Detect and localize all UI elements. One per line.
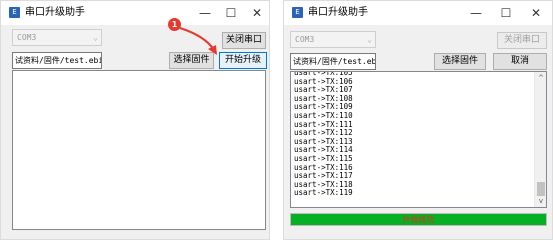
choose-firmware-button[interactable]: 选择固件: [169, 52, 214, 69]
window-title: 串口升级助手: [308, 7, 368, 18]
minimize-icon[interactable]: —: [464, 3, 488, 23]
maximize-icon[interactable]: ☐: [494, 3, 518, 23]
maximize-icon[interactable]: ☐: [219, 3, 243, 23]
chevron-down-icon: ⌄: [93, 33, 98, 42]
log-scrollbar[interactable]: ^ v: [534, 72, 546, 207]
step-marker-badge: 1: [168, 18, 181, 31]
log-line: usart->TX:119: [294, 188, 353, 198]
scroll-up-icon[interactable]: ^: [535, 72, 546, 84]
port-select-value: COM3: [17, 33, 37, 42]
firmware-path-input[interactable]: 试资料/固件/test.ebin: [12, 52, 102, 69]
firmware-path-input[interactable]: 试资料/固件/test.ebin: [290, 53, 376, 70]
progress-status-text: 升级成功: [402, 215, 435, 224]
minimize-icon[interactable]: —: [193, 3, 217, 23]
upgrade-window-before: E 串口升级助手 — ☐ ✕ COM3 ⌄ 关闭串口 试资料/固件/test.e…: [0, 0, 270, 240]
close-icon[interactable]: ✕: [524, 3, 548, 23]
window-title: 串口升级助手: [25, 7, 85, 18]
log-output[interactable]: usart->TX:105 usart->TX:106 usart->TX:107 u…: [290, 71, 547, 208]
chevron-down-icon: ⌄: [367, 35, 372, 44]
scroll-down-icon[interactable]: v: [535, 195, 546, 207]
upgrade-progress-bar: 升级成功: [290, 213, 547, 226]
port-select-value: COM3: [295, 35, 315, 44]
close-port-button[interactable]: 关闭串口: [497, 32, 547, 49]
port-select[interactable]: COM3 ⌄: [290, 31, 376, 48]
close-icon[interactable]: ✕: [245, 3, 269, 23]
title-bar: E 串口升级助手 — ☐ ✕: [284, 1, 552, 25]
choose-firmware-button[interactable]: 选择固件: [434, 53, 486, 70]
upgrade-window-after: E 串口升级助手 — ☐ ✕ COM3 ⌄ 关闭串口 试资料/固件/test.e…: [283, 0, 553, 240]
log-lines: usart->TX:105 usart->TX:106 usart->TX:107 u…: [294, 72, 353, 198]
scrollbar-thumb[interactable]: [537, 182, 545, 196]
start-upgrade-button[interactable]: 开始升级: [219, 52, 267, 69]
app-icon: E: [9, 7, 20, 18]
close-port-button[interactable]: 关闭串口: [222, 32, 266, 49]
log-output[interactable]: [12, 70, 266, 230]
cancel-button[interactable]: 取消: [493, 53, 547, 70]
port-select[interactable]: COM3 ⌄: [12, 29, 102, 46]
app-icon: E: [292, 7, 303, 18]
title-bar: E 串口升级助手 — ☐ ✕: [1, 1, 269, 25]
